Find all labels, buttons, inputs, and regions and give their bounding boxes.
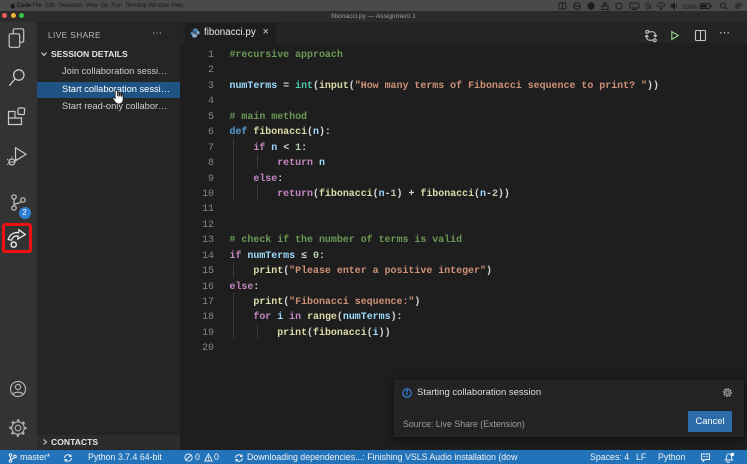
svg-text:100%: 100% <box>682 4 698 10</box>
